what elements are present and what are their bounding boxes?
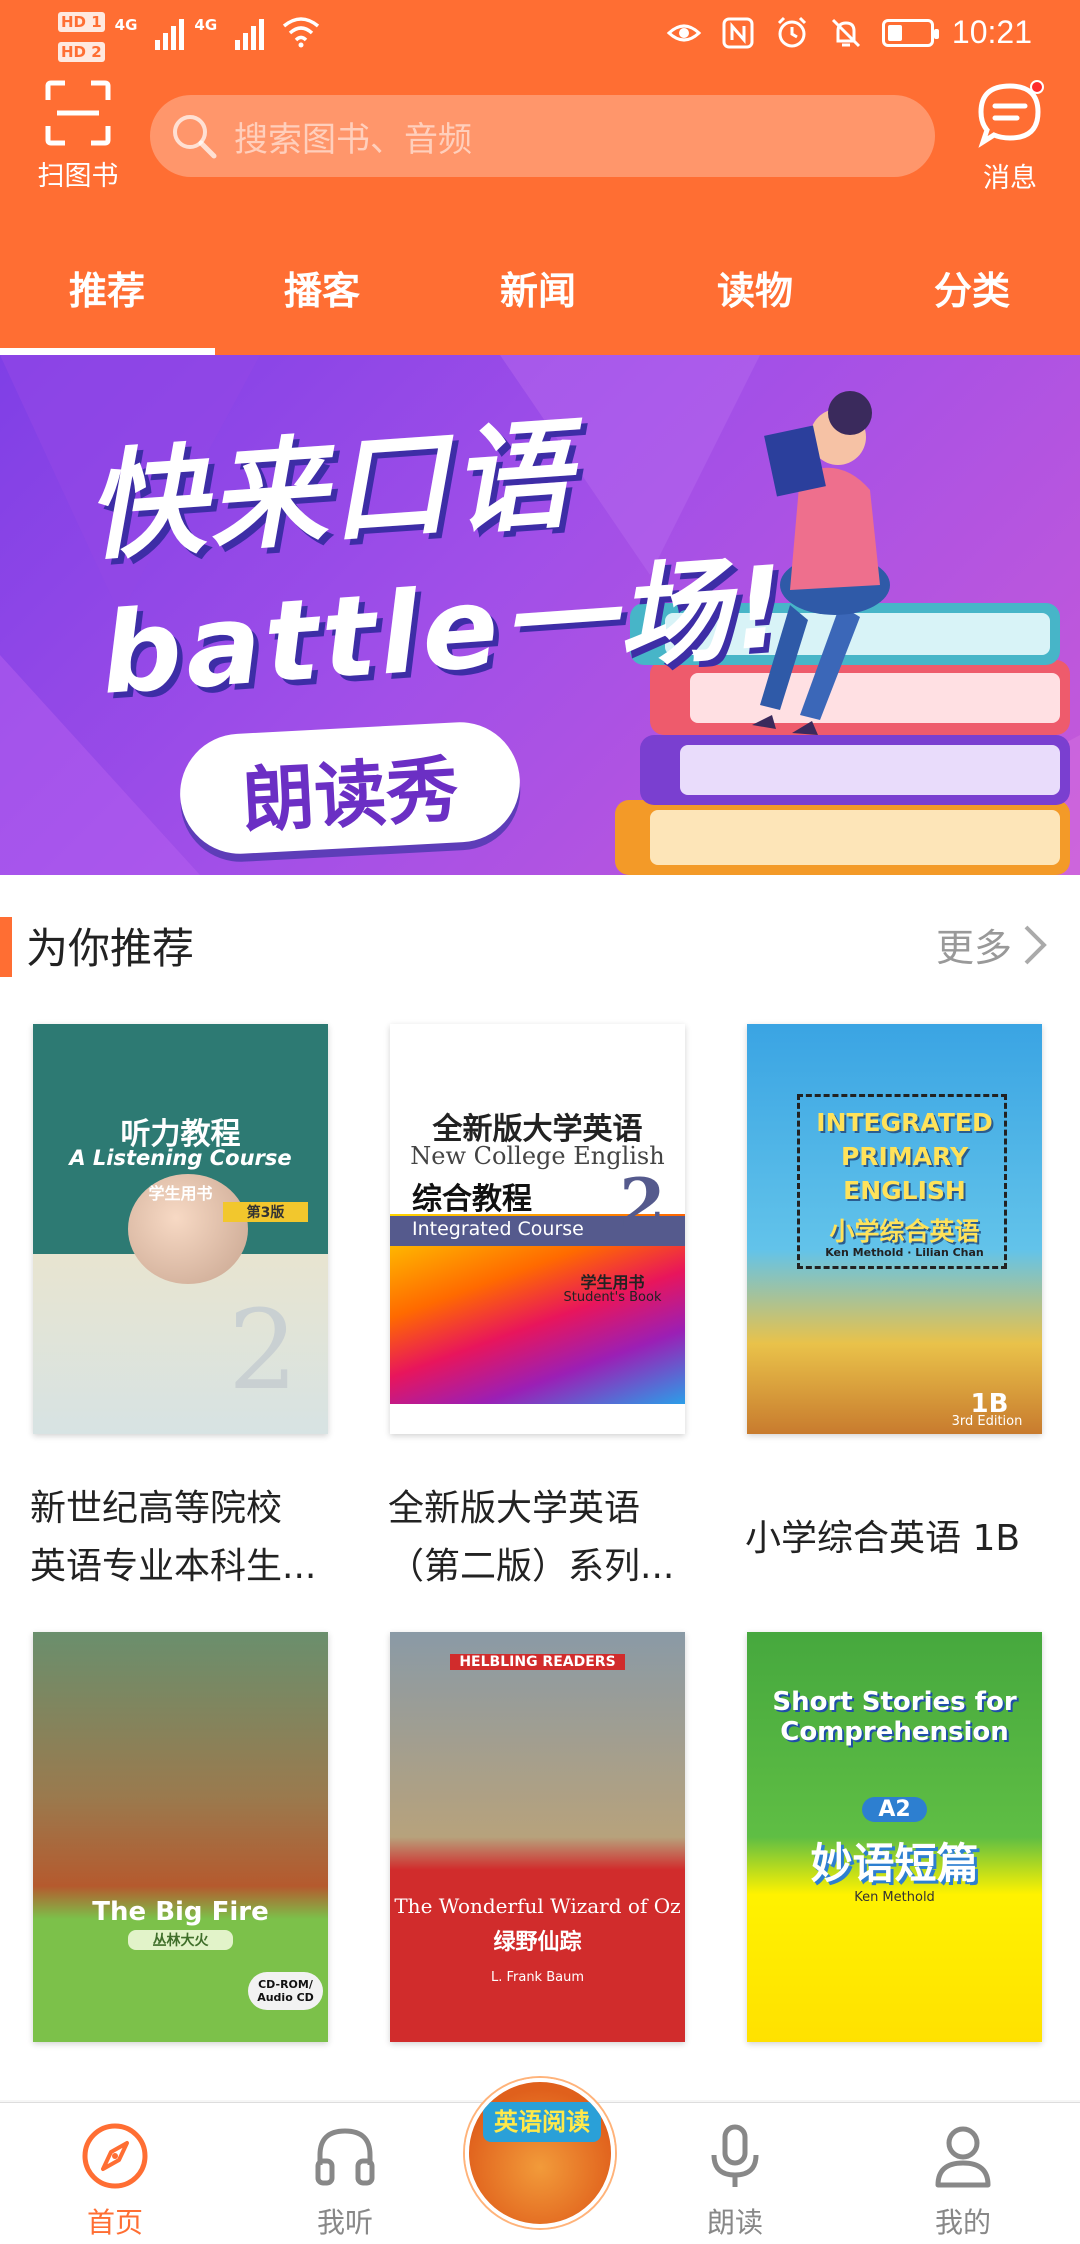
book-cover[interactable]: INTEGRATED PRIMARY ENGLISH 小学综合英语 Ken Me… xyxy=(747,1024,1042,1434)
battery-icon xyxy=(881,18,939,47)
active-tab-indicator xyxy=(0,348,215,355)
english-reading-button[interactable]: 英语阅读 xyxy=(465,2078,615,2228)
nav-label: 朗读 xyxy=(706,2206,763,2239)
status-bar: HD 1 HD 2 4G 4G 10:21 xyxy=(0,0,1080,75)
tab-news[interactable]: 新闻 xyxy=(438,260,638,315)
book-cover[interactable]: HELBLING READERS The Wonderful Wizard of… xyxy=(390,1632,685,2042)
cover-title: The Big Fire xyxy=(92,1897,269,1927)
book-cover[interactable]: Short Stories for Comprehension A2 妙语短篇 … xyxy=(747,1632,1042,2042)
wifi-icon xyxy=(283,17,320,48)
signal-icon xyxy=(155,12,185,50)
headphones-icon xyxy=(315,2128,375,2186)
cover-subtitle: 丛林大火 xyxy=(128,1930,233,1950)
cover-subtitle: 小学综合英语 xyxy=(829,1217,980,1246)
book-title-line: （第二版）系列... xyxy=(388,1546,675,1587)
center-badge-label: 英语阅读 xyxy=(483,2102,601,2142)
search-input[interactable]: 搜索图书、音频 xyxy=(150,95,935,177)
sim1-badge: HD 1 xyxy=(58,12,105,32)
tab-podcast[interactable]: 播客 xyxy=(222,260,422,315)
nav-read-aloud[interactable]: 朗读 xyxy=(660,2121,810,2241)
book-title-line: 英语专业本科生... xyxy=(30,1546,317,1587)
tab-category[interactable]: 分类 xyxy=(872,260,1072,315)
nav-profile[interactable]: 我的 xyxy=(888,2121,1038,2241)
cover-number: 2 xyxy=(619,1164,666,1242)
cover-author: L. Frank Baum xyxy=(490,1970,585,1985)
sim2-badge: HD 2 xyxy=(58,42,105,62)
mute-icon xyxy=(831,18,860,47)
book-title[interactable]: 小学综合英语 1B xyxy=(745,1510,1075,1568)
book-cover[interactable]: The Big Fire 丛林大火 CD-ROM/ Audio CD xyxy=(33,1632,328,2042)
cd-badge: CD-ROM/ Audio CD xyxy=(248,1972,323,2010)
book-title[interactable]: 全新版大学英语 （第二版）系列... xyxy=(388,1480,718,1596)
cover-number: 2 xyxy=(228,1286,298,1414)
network-type-2: 4G xyxy=(194,16,218,34)
nav-label: 我听 xyxy=(316,2206,373,2239)
chevron-right-icon xyxy=(1024,925,1047,964)
network-type-1: 4G xyxy=(114,16,138,34)
cover-title: Short Stories for Comprehension xyxy=(772,1687,1017,1747)
section-title: 为你推荐 xyxy=(26,924,195,973)
compass-icon xyxy=(82,2123,148,2189)
more-label: 更多 xyxy=(935,926,1012,970)
cover-subtitle: 绿野仙踪 xyxy=(493,1930,582,1955)
cover-author: Ken Methold · Lilian Chan xyxy=(825,1246,984,1259)
messages-label: 消息 xyxy=(983,163,1037,194)
category-tabs: 推荐 播客 新闻 读物 分类 xyxy=(0,240,1080,355)
book-title-line: 新世纪高等院校 xyxy=(30,1488,283,1529)
cover-title: INTEGRATED PRIMARY ENGLISH xyxy=(816,1108,993,1205)
tab-recommend[interactable]: 推荐 xyxy=(7,260,207,315)
cover-level: A2 xyxy=(862,1797,927,1822)
microphone-icon xyxy=(711,2124,759,2187)
book-cover[interactable]: 听力教程 A Listening Course 学生用书 第3版 2 xyxy=(33,1024,328,1434)
section-accent-bar xyxy=(0,917,12,977)
book-title-line: 小学综合英语 1B xyxy=(745,1518,1021,1559)
cover-badge: 学生用书 xyxy=(148,1184,213,1203)
promo-banner[interactable]: 快来口语 battle一场! 朗读秀 xyxy=(0,355,1080,875)
messages-button[interactable]: 消息 xyxy=(960,80,1060,194)
nav-listen[interactable]: 我听 xyxy=(270,2121,420,2241)
signal-icon xyxy=(235,12,265,50)
alarm-icon xyxy=(777,16,806,47)
search-placeholder: 搜索图书、音频 xyxy=(234,119,472,160)
book-title-line: 全新版大学英语 xyxy=(388,1488,641,1529)
cover-subtitle: 妙语短篇 xyxy=(810,1839,979,1888)
cover-edition: 3rd Edition xyxy=(951,1414,1023,1429)
more-link[interactable]: 更多 xyxy=(936,917,1050,972)
book-title[interactable]: 新世纪高等院校 英语专业本科生... xyxy=(30,1480,360,1596)
cover-badge-en: Student's Book xyxy=(563,1290,662,1305)
eye-icon xyxy=(666,24,702,41)
unread-dot xyxy=(1030,80,1044,94)
cover-edition: 第3版 xyxy=(223,1202,308,1222)
nfc-icon xyxy=(722,17,754,48)
book-cover[interactable]: 全新版大学英语 New College English 综合教程 Integra… xyxy=(390,1024,685,1434)
cover-series: HELBLING READERS xyxy=(450,1654,625,1670)
nav-label: 我的 xyxy=(934,2206,991,2239)
read-aloud-show-button[interactable]: 朗读秀 xyxy=(177,719,523,857)
clock: 10:21 xyxy=(951,14,1032,50)
cover-author: Ken Methold xyxy=(854,1890,935,1905)
nav-label: 首页 xyxy=(86,2206,143,2239)
status-left: HD 1 HD 2 4G 4G xyxy=(58,12,320,62)
nav-home[interactable]: 首页 xyxy=(40,2121,190,2241)
scan-label: 扫图书 xyxy=(37,161,119,192)
scan-icon xyxy=(45,80,111,146)
app-header: HD 1 HD 2 4G 4G 10:21 扫图书 搜索图书、音频 消息 推荐 … xyxy=(0,0,1080,355)
cover-subtitle: A Listening Course xyxy=(69,1146,292,1170)
scan-book-button[interactable]: 扫图书 xyxy=(28,78,128,192)
status-right: 10:21 xyxy=(666,14,1032,51)
tab-reading[interactable]: 读物 xyxy=(655,260,855,315)
person-icon xyxy=(935,2126,991,2188)
cover-title: The Wonderful Wizard of Oz xyxy=(394,1894,681,1918)
search-icon xyxy=(173,115,217,159)
